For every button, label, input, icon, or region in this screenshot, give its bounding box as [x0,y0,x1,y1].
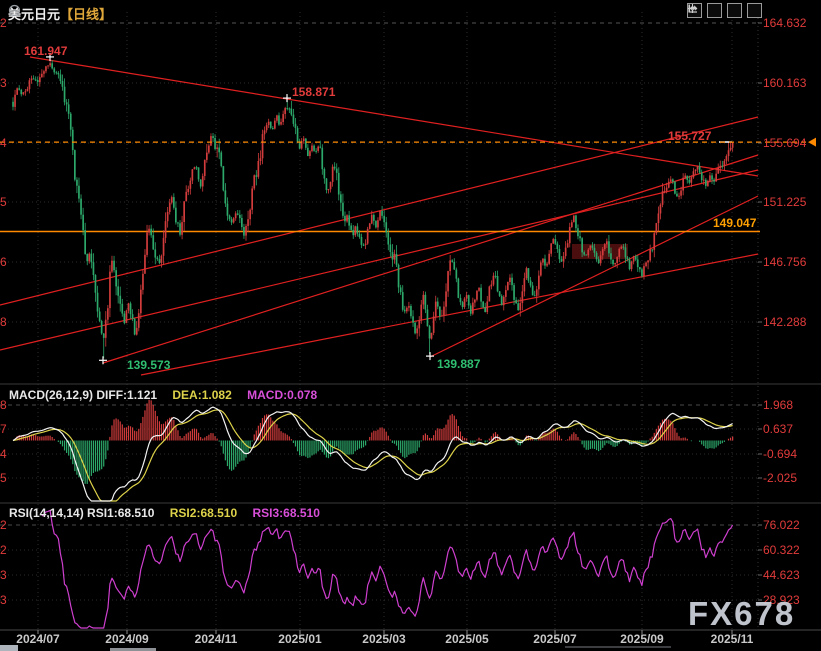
shift-chart-right-button[interactable] [727,3,742,18]
rsi2-value: RSI2:68.510 [170,506,237,520]
annotation-low-2024: 139.573 [127,358,170,372]
chart-toolbar [687,3,762,18]
date-axis-label: 2025/11 [701,632,763,646]
annotation-high-2024: 161.947 [24,44,67,58]
price-axis-label-clipped: 8 [0,315,9,329]
price-axis-label: 142.288 [763,315,806,329]
price-axis-label-clipped: 3 [0,76,9,90]
date-axis-label: 2024/11 [185,632,247,646]
price-axis-label-clipped: 5 [0,195,9,209]
macd-axis-label-clipped: 7 [0,422,9,436]
rsi-axis-label-clipped: 3 [0,593,9,607]
rsi-axis-label-clipped: 2 [0,543,9,557]
macd-axis-label: 1.968 [763,398,793,412]
macd-axis-label: -0.694 [763,447,797,461]
exit-right-icon [687,3,698,14]
timeframe-label: 【日线】 [60,7,112,22]
date-axis-label: 2024/07 [7,632,69,646]
rsi-params-rsi1: RSI(14,14,14) RSI1:68.510 [9,506,154,520]
price-axis-label-clipped: 2 [0,16,9,30]
macd-params-diff: MACD(26,12,9) DIFF:1.121 [9,388,157,402]
chart-canvas[interactable] [0,0,821,651]
macd-header: MACD(26,12,9) DIFF:1.121 DEA:1.082 MACD:… [9,388,329,402]
date-axis-label: 2024/09 [96,632,158,646]
price-axis-label: 160.163 [763,76,806,90]
date-axis-label: 2025/01 [269,632,331,646]
date-axis-label: 2025/09 [611,632,673,646]
macd-axis-label-clipped: 8 [0,398,9,412]
price-axis-label-clipped: 6 [0,255,9,269]
price-axis-label: 155.694 [763,136,806,150]
chart-window: 美元日元【日线】 164.632 160.163 155.694 151.225 146… [0,0,821,651]
annotation-low-2025apr: 139.887 [437,357,480,371]
macd-hist-value: MACD:0.078 [247,388,317,402]
macd-axis-label: 0.637 [763,422,793,436]
price-axis-label: 146.756 [763,255,806,269]
rsi-axis-label-clipped: 2 [0,518,9,532]
price-axis-label: 151.225 [763,195,806,209]
shift-chart-left-button[interactable] [707,3,722,18]
date-axis-label: 2025/05 [436,632,498,646]
rsi-axis-label: 60.322 [763,543,800,557]
annotation-high-2025jan: 158.871 [292,85,335,99]
rsi3-value: RSI3:68.510 [253,506,320,520]
rsi-header: RSI(14,14,14) RSI1:68.510 RSI2:68.510 RS… [9,506,332,520]
chart-title: 美元日元【日线】 [8,4,116,23]
rsi-axis-label: 76.022 [763,518,800,532]
macd-axis-label: -2.025 [763,471,797,485]
watermark-logo: FX678 [688,595,795,633]
macd-axis-label-clipped: 4 [0,447,9,461]
annotation-high-current: 155.727 [668,129,711,143]
macd-axis-label-clipped: 5 [0,471,9,485]
macd-dea-value: DEA:1.082 [172,388,231,402]
price-axis-label: 164.632 [763,16,806,30]
annotation-hline-level: 149.047 [713,216,756,230]
price-axis-label-clipped: 4 [0,136,9,150]
date-axis-label: 2025/03 [353,632,415,646]
rsi-axis-label: 44.623 [763,568,800,582]
date-axis-label: 2025/07 [524,632,586,646]
rsi-axis-label-clipped: 3 [0,568,9,582]
pan-to-latest-button[interactable] [747,3,762,18]
